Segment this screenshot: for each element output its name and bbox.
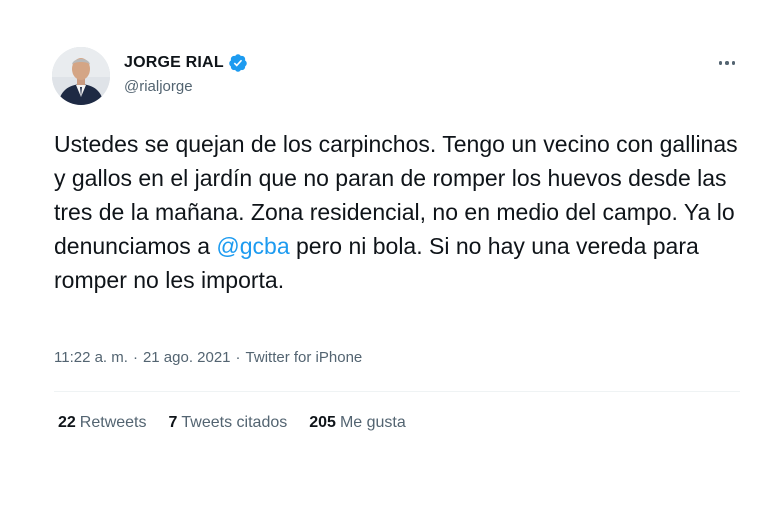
verified-badge-icon xyxy=(228,53,248,73)
tweet-meta: 11:22 a. m. · 21 ago. 2021 · Twitter for… xyxy=(54,349,362,366)
retweets-label: Retweets xyxy=(79,414,147,431)
tweet-stats: 22 Retweets 7 Tweets citados 205 Me gusta xyxy=(58,414,406,432)
meta-separator: · xyxy=(235,349,241,366)
tweet-source[interactable]: Twitter for iPhone xyxy=(246,349,363,366)
avatar[interactable] xyxy=(52,47,110,105)
likes-label: Me gusta xyxy=(339,414,406,431)
divider xyxy=(54,391,740,392)
retweets-count: 22 xyxy=(58,414,76,431)
retweets-stat[interactable]: 22 Retweets xyxy=(58,414,147,432)
author-handle[interactable]: @rialjorge xyxy=(124,78,193,95)
author-name[interactable]: JORGE RIAL xyxy=(124,54,224,72)
tweet-time[interactable]: 11:22 a. m. xyxy=(54,349,128,366)
quotes-label: Tweets citados xyxy=(181,414,288,431)
avatar-photo xyxy=(52,47,110,105)
meta-separator: · xyxy=(132,349,138,366)
more-horizontal-icon xyxy=(718,61,723,65)
author-name-row: JORGE RIAL xyxy=(124,53,248,73)
likes-stat[interactable]: 205 Me gusta xyxy=(309,414,406,432)
mention-link[interactable]: @gcba xyxy=(216,233,289,259)
quotes-count: 7 xyxy=(168,414,178,431)
more-options-button[interactable] xyxy=(712,54,742,72)
more-horizontal-icon-dot xyxy=(725,61,729,65)
tweet-date[interactable]: 21 ago. 2021 xyxy=(143,349,231,366)
tweet-text: Ustedes se quejan de los carpinchos. Ten… xyxy=(54,127,744,297)
more-horizontal-icon-dot xyxy=(731,61,736,65)
quotes-stat[interactable]: 7 Tweets citados xyxy=(169,414,288,432)
likes-count: 205 xyxy=(309,414,336,431)
